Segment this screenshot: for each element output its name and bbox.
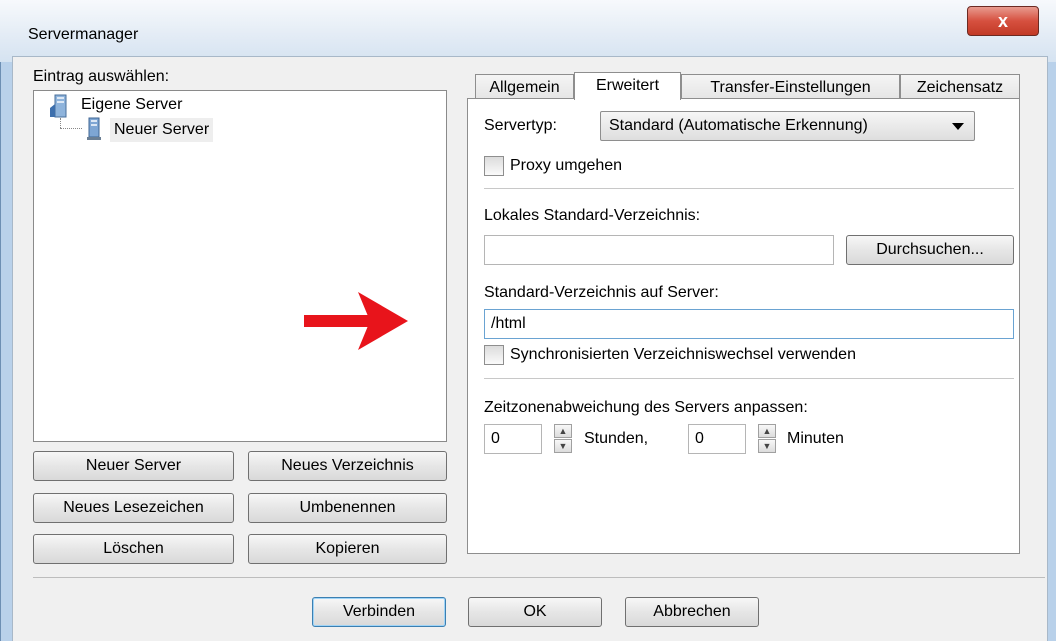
cancel-button[interactable]: Abbrechen <box>625 597 759 627</box>
tab-general[interactable]: Allgemein <box>475 74 574 100</box>
window-title: Servermanager <box>28 26 139 43</box>
browse-button[interactable]: Durchsuchen... <box>846 235 1014 265</box>
bypass-proxy-label: Proxy umgehen <box>510 157 623 174</box>
minutes-down-icon[interactable]: ▼ <box>758 439 776 453</box>
sync-browsing-label: Synchronisierten Verzeichniswechsel verw… <box>510 346 856 363</box>
connect-button[interactable]: Verbinden <box>312 597 446 627</box>
tree-item-new-server[interactable]: Neuer Server <box>110 118 214 142</box>
server-type-select[interactable]: Standard (Automatische Erkennung) <box>600 111 975 141</box>
red-arrow-icon <box>300 288 412 354</box>
new-folder-button[interactable]: Neues Verzeichnis <box>248 451 447 481</box>
ok-button[interactable]: OK <box>468 597 602 627</box>
server-tree[interactable]: Eigene Server Neuer Server <box>33 90 447 442</box>
remote-dir-label: Standard-Verzeichnis auf Server: <box>484 284 719 301</box>
hours-down-icon[interactable]: ▼ <box>554 439 572 453</box>
tree-connector <box>60 128 82 129</box>
minutes-input[interactable] <box>688 424 746 454</box>
hours-input[interactable] <box>484 424 542 454</box>
timezone-label: Zeitzonenabweichung des Servers anpassen… <box>484 399 808 416</box>
hours-label: Stunden, <box>584 430 649 447</box>
tree-connector <box>60 118 61 128</box>
rename-button[interactable]: Umbenennen <box>248 493 447 523</box>
separator <box>484 188 1014 189</box>
title-bar <box>0 0 1056 62</box>
bypass-proxy-checkbox[interactable] <box>484 156 504 176</box>
close-button[interactable]: x <box>967 6 1039 36</box>
hours-up-icon[interactable]: ▲ <box>554 424 572 438</box>
server-type-label: Servertyp: <box>484 117 557 134</box>
new-server-button[interactable]: Neuer Server <box>33 451 234 481</box>
server-icon <box>86 117 104 141</box>
tree-item-own-servers[interactable]: Eigene Server <box>81 96 182 114</box>
tab-advanced[interactable]: Erweitert <box>574 72 681 100</box>
select-entry-label: Eintrag auswählen: <box>33 68 170 85</box>
triangle-down-icon <box>952 123 964 130</box>
copy-button[interactable]: Kopieren <box>248 534 447 564</box>
local-dir-label: Lokales Standard-Verzeichnis: <box>484 207 701 224</box>
tab-transfer-settings[interactable]: Transfer-Einstellungen <box>681 74 900 100</box>
server-type-value: Standard (Automatische Erkennung) <box>609 117 868 134</box>
local-dir-input[interactable] <box>484 235 834 265</box>
minutes-label: Minuten <box>787 430 844 447</box>
minutes-up-icon[interactable]: ▲ <box>758 424 776 438</box>
folder-server-icon <box>50 94 72 118</box>
remote-dir-input[interactable] <box>484 309 1014 339</box>
tab-charset[interactable]: Zeichensatz <box>900 74 1020 100</box>
new-bookmark-button[interactable]: Neues Lesezeichen <box>33 493 234 523</box>
footer-separator <box>33 577 1045 578</box>
sync-browsing-checkbox[interactable] <box>484 345 504 365</box>
delete-button[interactable]: Löschen <box>33 534 234 564</box>
separator <box>484 378 1014 379</box>
